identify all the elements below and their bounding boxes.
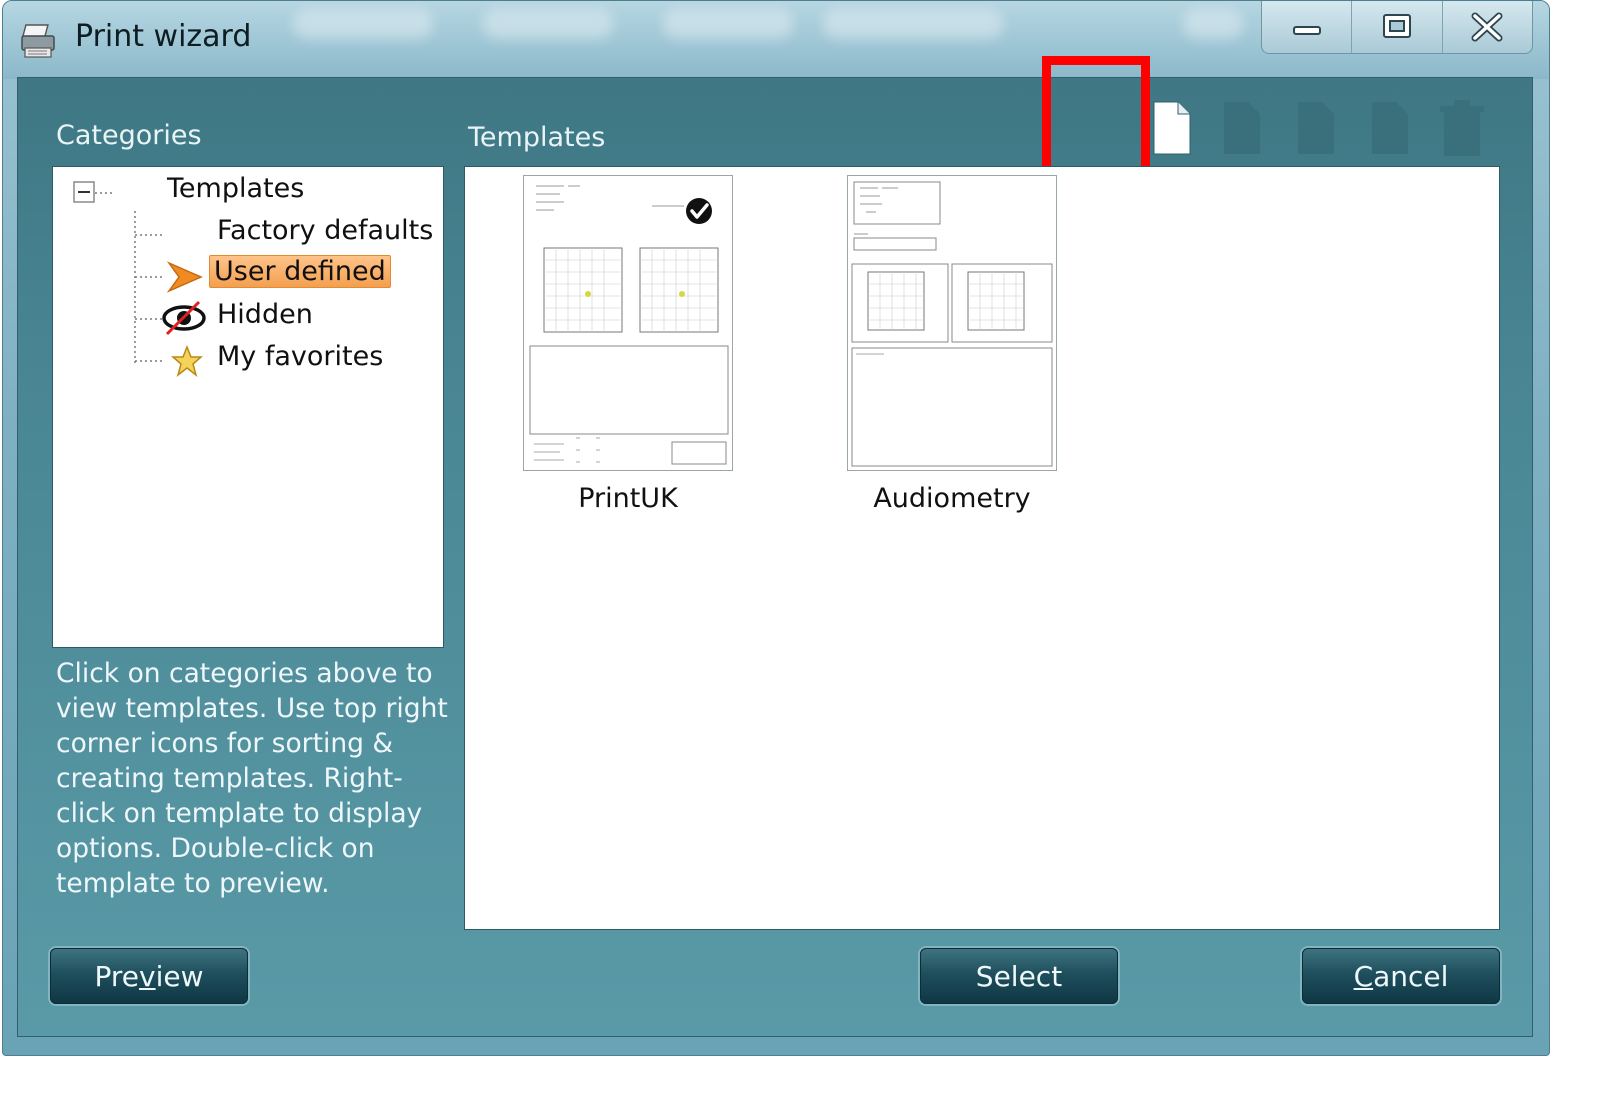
- preview-label-b: iew: [155, 959, 204, 993]
- cancel-button[interactable]: Cancel: [1302, 948, 1500, 1004]
- templates-heading: Templates: [468, 122, 606, 153]
- highlight-box: [1042, 56, 1150, 184]
- title-bar[interactable]: Print wizard: [3, 1, 1549, 79]
- preview-label-mnemonic: v: [139, 959, 156, 993]
- window-controls: [1261, 1, 1533, 54]
- print-wizard-window: Print wizard Categories Templates Templa…: [2, 0, 1550, 1056]
- delete-template-icon[interactable]: [1436, 100, 1488, 158]
- cancel-label-rest: ancel: [1373, 959, 1449, 993]
- arrow-right-icon: [166, 261, 203, 293]
- sort-by-date-icon[interactable]: [1292, 100, 1338, 156]
- templates-panel[interactable]: PrintUK Audiometry: [464, 166, 1500, 930]
- help-text: Click on categories above to view templa…: [56, 658, 448, 899]
- collapse-toggle-icon[interactable]: [73, 181, 95, 203]
- categories-tree-panel[interactable]: Templates Factory defaults User defined …: [52, 166, 444, 648]
- template-thumbnail-audiometry[interactable]: [847, 175, 1057, 471]
- template-name-printuk[interactable]: PrintUK: [523, 483, 733, 514]
- preview-label-a: Pre: [94, 959, 140, 993]
- star-icon: [171, 345, 203, 377]
- tree-root-templates[interactable]: Templates: [167, 173, 304, 204]
- cancel-label-mnemonic: C: [1353, 959, 1374, 993]
- hidden-eye-icon: [162, 300, 206, 336]
- wizard-client-area: Categories Templates Templates Factory d…: [17, 56, 1533, 1037]
- select-button[interactable]: Select: [920, 948, 1118, 1004]
- categories-heading: Categories: [56, 120, 202, 151]
- tree-item-hidden[interactable]: Hidden: [217, 299, 313, 330]
- close-icon: [1471, 12, 1503, 42]
- default-check-icon: [686, 198, 712, 224]
- printer-icon: [21, 24, 55, 58]
- minimize-button[interactable]: [1262, 1, 1353, 53]
- preview-button[interactable]: Pre v iew: [50, 948, 248, 1004]
- tree-item-my-favorites[interactable]: My favorites: [217, 341, 383, 372]
- tree-item-user-defined[interactable]: User defined: [209, 255, 391, 288]
- close-button[interactable]: [1443, 1, 1532, 53]
- maximize-button[interactable]: [1352, 1, 1443, 53]
- template-name-audiometry[interactable]: Audiometry: [847, 483, 1057, 514]
- window-title: Print wizard: [75, 19, 252, 54]
- sort-by-type-icon[interactable]: [1366, 100, 1412, 156]
- template-thumbnail-printuk[interactable]: [523, 175, 733, 471]
- new-template-icon[interactable]: [1148, 100, 1194, 156]
- template-preview-audiometry: [851, 181, 1053, 467]
- maximize-icon: [1382, 14, 1411, 38]
- sort-by-name-icon[interactable]: [1218, 100, 1264, 156]
- tree-item-factory-defaults[interactable]: Factory defaults: [217, 215, 433, 246]
- minimize-icon: [1292, 26, 1321, 35]
